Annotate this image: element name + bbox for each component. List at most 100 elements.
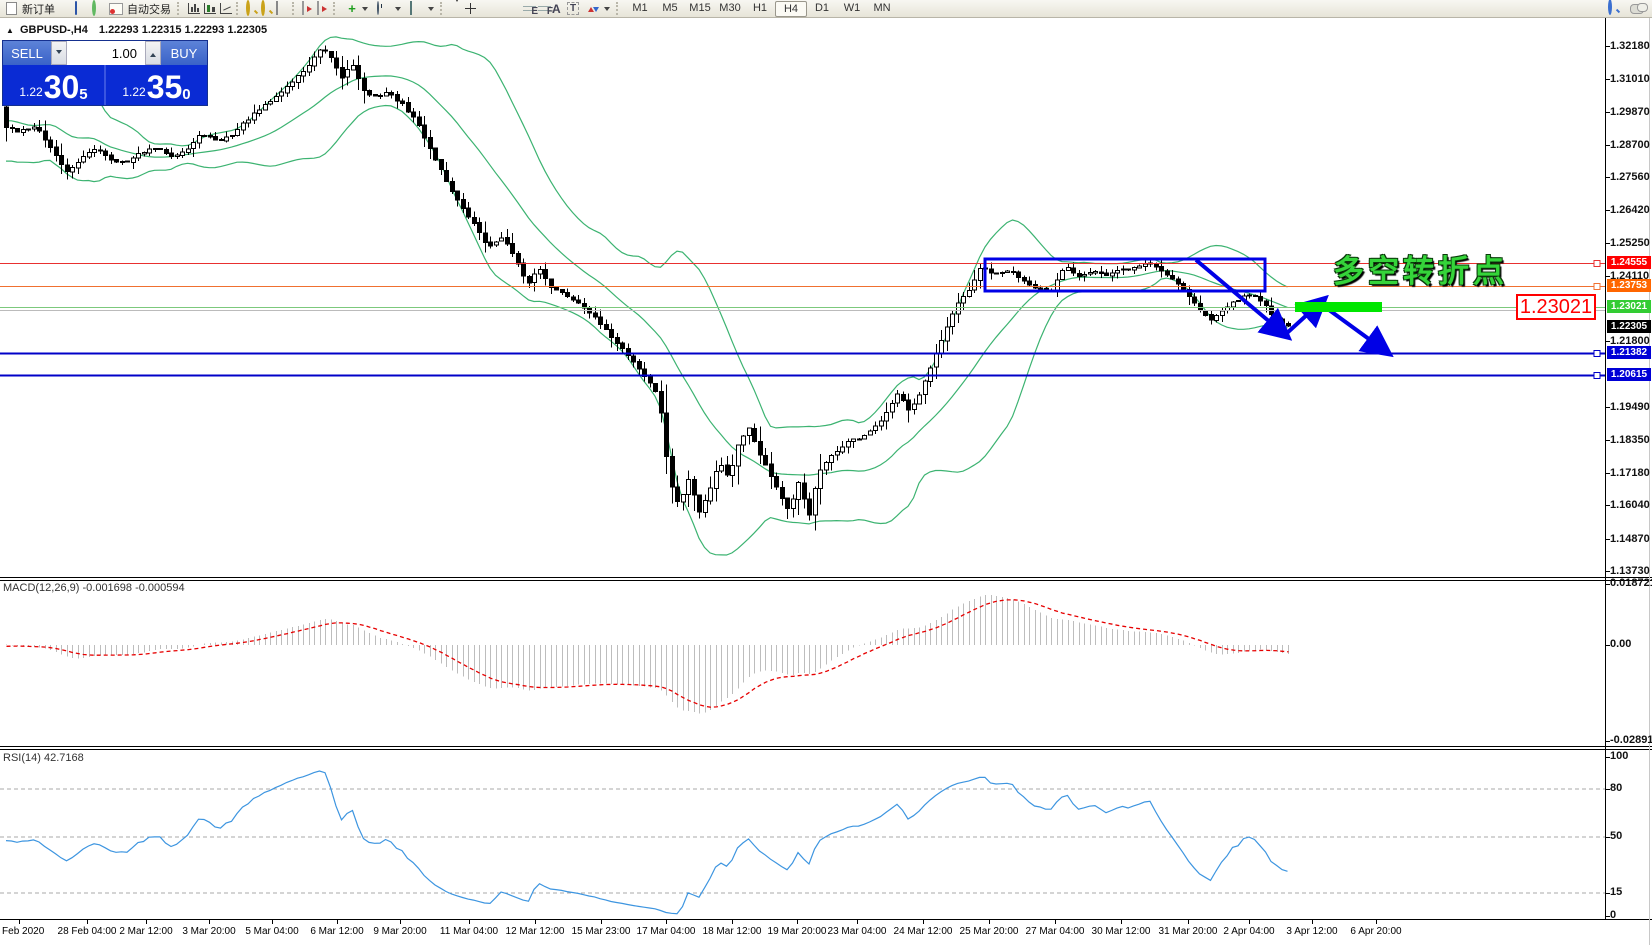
chevron-down-icon — [56, 49, 62, 57]
price-level-label[interactable]: 1.23753 — [1607, 278, 1651, 292]
rsi-indicator — [0, 770, 1605, 915]
bollinger-bands — [6, 36, 1288, 556]
auto-scroll-icon[interactable] — [302, 1, 304, 15]
time-tick-label: 18 Mar 12:00 — [702, 926, 762, 937]
price-level-label[interactable]: 1.24555 — [1607, 255, 1651, 269]
time-tick-label: 6 Apr 20:00 — [1350, 926, 1402, 937]
price-tick-label: 1.21800 — [1610, 334, 1650, 347]
toolbar-separator — [292, 2, 299, 15]
template-icon — [410, 1, 412, 15]
line-chart-icon[interactable] — [220, 3, 232, 14]
panel-separator[interactable] — [0, 577, 1652, 578]
chat-icon[interactable] — [1630, 3, 1648, 14]
zoom-out-icon[interactable] — [261, 0, 265, 16]
timeframe-m30-button[interactable]: M30 — [715, 1, 745, 15]
volume-decrease-button[interactable] — [51, 41, 67, 65]
chart-header: ▲ GBPUSD-,H4 1.22293 1.22315 1.22293 1.2… — [6, 24, 267, 36]
price-level-label[interactable]: 1.21382 — [1607, 346, 1651, 360]
price-level-label[interactable]: 1.23021 — [1607, 299, 1651, 313]
chevron-down-icon — [362, 7, 368, 14]
volume-increase-button[interactable] — [145, 41, 161, 65]
price-tick-label: 1.29870 — [1610, 105, 1650, 118]
panel-collapse-icon[interactable]: ▲ — [6, 26, 14, 35]
new-order-button[interactable]: 新订单 — [0, 1, 59, 16]
chevron-down-icon — [395, 7, 401, 14]
timeframe-m1-button[interactable]: M1 — [625, 1, 655, 15]
timeframe-m5-button[interactable]: M5 — [655, 1, 685, 15]
rsi-scale-0: 0 — [1610, 909, 1617, 921]
trend-arrow[interactable] — [1285, 294, 1329, 335]
search-icon[interactable] — [1608, 0, 1612, 15]
time-tick-label: 2 Mar 12:00 — [119, 926, 173, 937]
autotrading-button[interactable]: 自动交易 — [104, 1, 175, 16]
timeframe-mn-button[interactable]: MN — [867, 1, 897, 15]
chevron-down-icon — [604, 7, 610, 14]
volume-input[interactable]: 1.00 — [67, 41, 145, 65]
consolidation-rectangle[interactable] — [983, 257, 1267, 293]
zoom-in-icon[interactable] — [246, 0, 250, 16]
equidistant-channel-icon[interactable]: E — [523, 3, 538, 17]
buy-price[interactable]: 1.22 35 0 — [106, 65, 207, 105]
macd-indicator — [6, 595, 1289, 714]
panel-separator — [0, 749, 1652, 750]
toolbar-separator — [177, 2, 184, 15]
time-axis[interactable]: 6 Feb 2020 28 Feb 04:002 Mar 12:00 3 Mar 2… — [0, 924, 1605, 942]
sell-price[interactable]: 1.22 30 5 — [3, 65, 104, 105]
time-tick-label: 3 Apr 12:00 — [1286, 926, 1338, 937]
timeframe-h4-button[interactable]: H4 — [775, 0, 807, 17]
sell-button[interactable]: SELL — [3, 41, 51, 65]
price-callout-box[interactable]: 1.23021 — [1516, 294, 1596, 320]
text-icon[interactable]: A — [552, 2, 567, 16]
macd-scale-min: -0.028913 — [1610, 733, 1652, 746]
time-tick-label: 11 Mar 04:00 — [439, 926, 499, 937]
text-label-icon[interactable]: T — [567, 2, 582, 15]
timeframe-h1-button[interactable]: H1 — [745, 1, 775, 15]
timeframe-m15-button[interactable]: M15 — [685, 1, 715, 15]
buy-button[interactable]: BUY — [161, 41, 207, 65]
timeframe-w1-button[interactable]: W1 — [837, 1, 867, 15]
line-handle[interactable] — [1593, 350, 1601, 357]
time-tick-label: 15 Mar 23:00 — [571, 926, 631, 937]
line-handle[interactable] — [1593, 283, 1601, 290]
crosshair-icon[interactable] — [465, 3, 476, 14]
trend-arrow[interactable] — [1194, 258, 1293, 341]
price-level-label[interactable]: 1.20615 — [1607, 368, 1651, 382]
chart-canvas[interactable] — [0, 0, 1652, 945]
templates-button[interactable] — [405, 1, 438, 16]
bar-chart-icon[interactable] — [188, 3, 200, 14]
trend-arrow[interactable] — [1323, 305, 1394, 358]
fibonacci-icon[interactable]: F — [538, 3, 553, 17]
line-handle[interactable] — [1593, 260, 1601, 267]
support-zone-bar[interactable] — [1295, 302, 1382, 312]
price-tick-label: 1.14870 — [1610, 532, 1650, 545]
price-tick-label: 1.26420 — [1610, 203, 1650, 216]
periods-button[interactable] — [372, 1, 405, 16]
candlestick-chart-icon[interactable] — [204, 3, 216, 14]
price-tick-label: 1.31010 — [1610, 72, 1650, 85]
timeframe-d1-button[interactable]: D1 — [807, 1, 837, 15]
axis-ticks — [19, 46, 1610, 924]
signals-icon[interactable] — [92, 0, 96, 16]
time-tick-label: 25 Mar 20:00 — [959, 926, 1019, 937]
macd-scale-zero: 0.00 — [1610, 638, 1632, 650]
cursor-icon[interactable] — [452, 0, 462, 19]
new-chart-button[interactable]: + — [342, 1, 372, 16]
price-level-label[interactable]: 1.22305 — [1607, 320, 1651, 334]
chart-shift-icon[interactable] — [317, 1, 319, 15]
profiles-icon[interactable] — [75, 1, 77, 15]
price-tick-label: 1.18350 — [1610, 433, 1650, 446]
line-handle[interactable] — [1593, 372, 1601, 379]
macd-signal-line — [6, 599, 1289, 708]
drawing-objects[interactable] — [983, 257, 1394, 358]
panel-separator[interactable] — [0, 746, 1652, 747]
arrows-button[interactable] — [582, 1, 614, 16]
toolbar-separator — [236, 2, 243, 15]
rsi-scale-15: 15 — [1610, 886, 1623, 898]
rsi-scale-80: 80 — [1610, 782, 1623, 794]
toolbar: 新订单 自动交易 + E F A T M1 M5 M15 M30 H1 H4 D… — [0, 0, 1652, 19]
tile-windows-icon[interactable] — [276, 1, 278, 15]
rsi-label: RSI(14) 42.7168 — [3, 752, 84, 764]
time-tick-label: 23 Mar 04:00 — [827, 926, 887, 937]
autotrading-icon — [109, 2, 123, 15]
timeframe-group: M1 M5 M15 M30 H1 H4 D1 W1 MN — [625, 0, 897, 17]
